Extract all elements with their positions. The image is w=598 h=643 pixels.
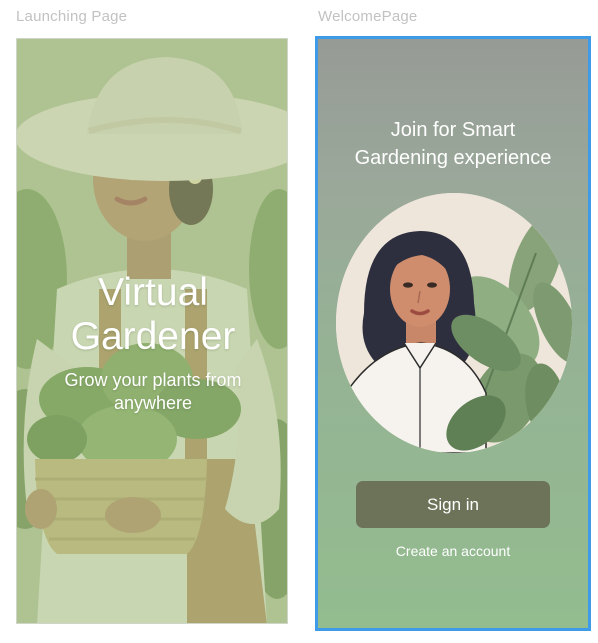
design-canvas: Launching Page WelcomePage Virtual Garde… xyxy=(0,0,598,643)
app-title-line-2: Gardener xyxy=(70,315,236,358)
frame-label-welcome-page[interactable]: WelcomePage xyxy=(318,8,417,25)
welcome-heading-line-2: Gardening experience xyxy=(354,147,552,169)
welcome-heading-line-1: Join for Smart xyxy=(390,119,516,141)
welcome-heading: Join for Smart Gardening experience xyxy=(318,116,588,172)
welcome-page-frame[interactable]: Join for Smart Gardening experience Sign… xyxy=(315,36,591,631)
launching-page-frame[interactable]: Virtual Gardener Grow your plants from a… xyxy=(16,38,288,624)
woman-portrait-image xyxy=(336,193,572,453)
app-title: Virtual Gardener xyxy=(17,271,287,359)
create-account-link[interactable]: Create an account xyxy=(318,543,588,559)
sign-in-button[interactable]: Sign in xyxy=(356,481,550,528)
frame-label-launching-page[interactable]: Launching Page xyxy=(16,8,127,25)
portrait-illustration xyxy=(336,193,572,453)
app-tagline: Grow your plants from anywhere xyxy=(64,370,242,413)
app-title-line-1: Virtual xyxy=(98,271,208,314)
